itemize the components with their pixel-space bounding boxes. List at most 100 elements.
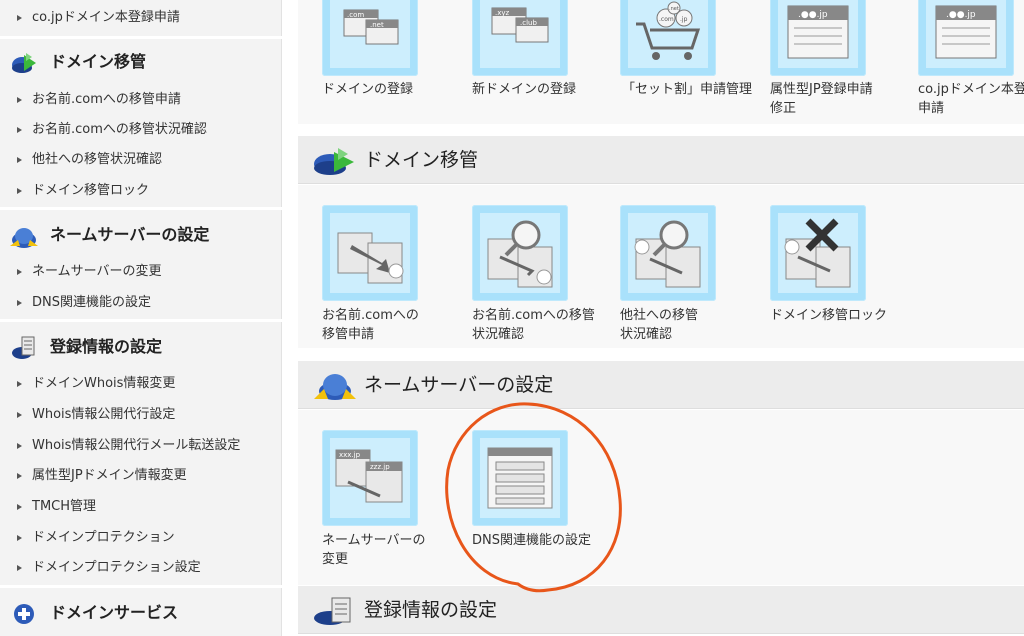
tile-set-discount[interactable]: .com .jp .net [620,0,716,76]
tile-label-line: 修正 [770,101,797,116]
tile-label[interactable]: 属性型JP登録申請 修正 [770,80,873,118]
tile-label-line: お名前.comへの移管 [472,308,595,323]
art-text: .xyz [495,9,510,17]
art-text: zzz.jp [370,463,390,471]
section-title: 登録情報の設定 [364,599,498,621]
tile-label-line: co.jpドメイン本登 [918,82,1024,97]
bullet-triangle-icon [17,565,22,571]
tile-label[interactable]: 「セット割」申請管理 [622,80,752,99]
tile-label-line: ドメインの登録 [322,82,414,97]
sidebar-item-whois-change[interactable]: ドメインWhois情報変更 [0,369,282,399]
art-text: .net [669,6,679,12]
section-title: ドメイン移管 [364,149,479,171]
sidebar-divider [0,585,282,588]
art-text: .jp [680,16,688,23]
bullet-triangle-icon [17,412,22,418]
tile-label[interactable]: お名前.comへの 移管申請 [322,306,419,344]
sidebar-divider [0,207,282,210]
tile-label-line: お名前.comへの [322,308,419,323]
sidebar-item-transfer-lock[interactable]: ドメイン移管ロック [0,176,282,206]
bullet-triangle-icon [17,473,22,479]
tile-dns-settings[interactable] [472,430,568,526]
bullet-triangle-icon [17,127,22,133]
tile-label-line: 新ドメインの登録 [472,82,577,97]
sidebar-item-label: ドメインWhois情報変更 [32,376,176,391]
tile-label-line: 状況確認 [472,327,525,342]
tile-label-line: 状況確認 [620,327,673,342]
tile-label[interactable]: ネームサーバーの 変更 [322,531,425,569]
sidebar-item-label: ドメインプロテクション [32,530,175,545]
sidebar-heading-domain-service: ドメインサービス [0,590,282,636]
tile-transfer-lock[interactable] [770,205,866,301]
section-title: ネームサーバーの設定 [364,374,554,396]
sidebar-item-whois-proxy[interactable]: Whois情報公開代行設定 [0,400,282,430]
tile-label[interactable]: ドメイン移管ロック [770,306,887,325]
tile-label-line: 申請 [918,101,945,116]
tile-label[interactable]: DNS関連機能の設定 [472,531,591,550]
sidebar-heading-label: 登録情報の設定 [50,337,163,356]
sidebar-item-label: ネームサーバーの変更 [32,264,162,279]
tile-label-line: 「セット割」申請管理 [622,82,753,97]
sidebar-item-whois-mail-forward[interactable]: Whois情報公開代行メール転送設定 [0,431,282,461]
attribute-jp-icon: .●●.jp [778,0,858,68]
tile-name-server-change[interactable]: xxx.jp zzz.jp [322,430,418,526]
tile-transfer-status[interactable] [472,205,568,301]
sidebar-item-label: ドメインプロテクション設定 [32,560,201,575]
sidebar-item-label: お名前.comへの移管状況確認 [32,122,207,137]
sidebar-nav: co.jpドメイン本登録申請 ドメイン移管 お名前.comへの移管申請 お名前.… [0,0,282,636]
bullet-triangle-icon [17,157,22,163]
transfer-lock-icon [778,213,858,293]
sidebar-item-attribute-jp-change[interactable]: 属性型JPドメイン情報変更 [0,461,282,491]
section-header-registration-info: 登録情報の設定 [298,586,1024,634]
sidebar-heading-label: ドメインサービス [50,603,179,622]
tile-transfer-in[interactable] [322,205,418,301]
new-domain-register-icon: .xyz .club [480,0,560,68]
name-server-icon [10,228,38,248]
section-header-name-server: ネームサーバーの設定 [298,361,1024,409]
sidebar-item-domain-protection[interactable]: ドメインプロテクション [0,523,282,553]
dns-settings-icon [480,438,560,518]
sidebar-item-label: co.jpドメイン本登録申請 [32,10,180,25]
sidebar-item-domain-protection-settings[interactable]: ドメインプロテクション設定 [0,553,282,583]
bullet-triangle-icon [17,381,22,387]
sidebar-heading-name-server: ネームサーバーの設定 [0,212,282,258]
tile-label[interactable]: co.jpドメイン本登 申請 [918,80,1024,118]
co-jp-register-icon: .●●.jp [926,0,1006,68]
bullet-triangle-icon [17,15,22,21]
domain-register-icon: .com .net [330,0,410,68]
tile-label-line: 移管申請 [322,327,375,342]
sidebar-item-transfer-out-status[interactable]: 他社への移管状況確認 [0,145,282,175]
domain-transfer-icon [12,53,36,73]
bullet-triangle-icon [17,188,22,194]
sidebar-item-dns-settings[interactable]: DNS関連機能の設定 [0,288,282,318]
tile-co-jp-register[interactable]: .●●.jp [918,0,1014,76]
set-discount-cart-icon: .com .jp .net [628,0,708,68]
sidebar-item-name-server-change[interactable]: ネームサーバーの変更 [0,257,282,287]
sidebar-item-label: お名前.comへの移管申請 [32,92,181,107]
sidebar-heading-label: ドメイン移管 [50,52,147,71]
sidebar-item-transfer-status[interactable]: お名前.comへの移管状況確認 [0,115,282,145]
sidebar-item-transfer-in[interactable]: お名前.comへの移管申請 [0,85,282,115]
bullet-triangle-icon [17,535,22,541]
tile-label[interactable]: 他社への移管 状況確認 [620,306,698,344]
tile-label[interactable]: お名前.comへの移管 状況確認 [472,306,595,344]
tile-domain-register[interactable]: .com .net [322,0,418,76]
sidebar-heading-registration-info: 登録情報の設定 [0,324,282,370]
tile-label[interactable]: ドメインの登録 [322,80,413,99]
sidebar-item-label: ドメイン移管ロック [32,183,150,198]
transfer-out-status-icon [628,213,708,293]
tile-label[interactable]: 新ドメインの登録 [472,80,576,99]
bullet-triangle-icon [17,443,22,449]
bullet-triangle-icon [17,504,22,510]
transfer-in-icon [330,213,410,293]
sidebar-item-tmch[interactable]: TMCH管理 [0,492,282,522]
tile-transfer-out-status[interactable] [620,205,716,301]
registration-info-icon [314,597,351,625]
sidebar-item-label: Whois情報公開代行設定 [32,407,176,422]
tile-new-domain-register[interactable]: .xyz .club [472,0,568,76]
tile-label-line: 変更 [322,552,349,567]
bullet-triangle-icon [17,269,22,275]
sidebar-item-co-jp-register[interactable]: co.jpドメイン本登録申請 [0,3,282,33]
tile-attribute-jp[interactable]: .●●.jp [770,0,866,76]
tile-label-line: DNS関連機能の設定 [472,533,591,548]
